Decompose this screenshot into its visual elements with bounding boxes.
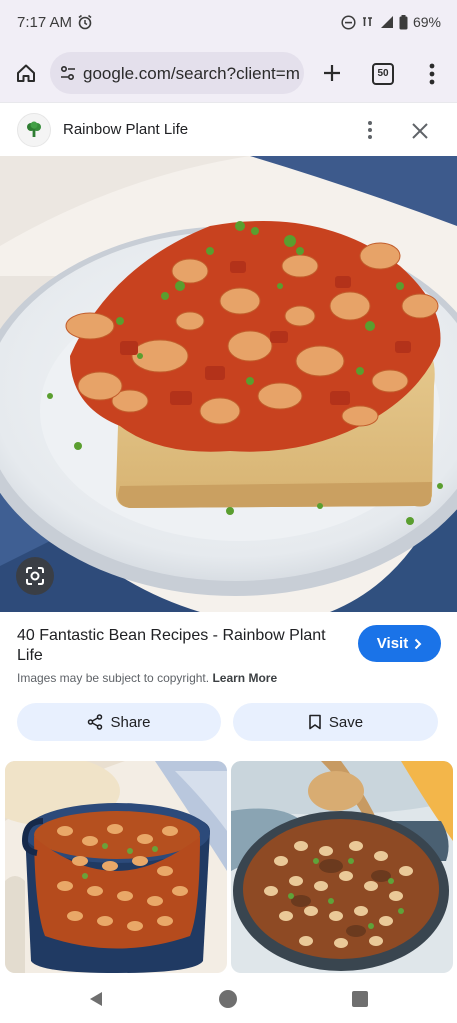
plus-icon — [324, 65, 340, 81]
copyright-text: Images may be subject to copyright. — [17, 671, 210, 685]
url-bar[interactable]: google.com/search?client=m — [50, 52, 304, 94]
battery-percent: 69% — [412, 14, 441, 30]
back-icon[interactable] — [88, 990, 104, 1008]
share-icon — [88, 714, 103, 730]
menu-icon — [429, 63, 435, 85]
google-lens-button[interactable] — [16, 557, 54, 595]
copyright-notice: Images may be subject to copyright. Lear… — [17, 671, 277, 685]
tab-count: 50 — [377, 68, 389, 79]
status-bar: 7:17 AM 69% — [0, 0, 457, 46]
recents-icon[interactable] — [352, 991, 368, 1007]
do-not-disturb-icon — [341, 14, 356, 30]
url-text[interactable]: google.com/search?client=m — [83, 64, 300, 84]
alarm-icon — [77, 14, 93, 30]
new-tab-button[interactable] — [318, 59, 346, 87]
close-button[interactable] — [408, 119, 432, 143]
site-name[interactable]: Rainbow Plant Life — [63, 121, 188, 138]
system-nav-bar — [0, 973, 457, 1023]
share-label: Share — [110, 713, 151, 731]
home-icon — [17, 64, 35, 82]
browser-toolbar: google.com/search?client=m 50 — [0, 46, 457, 102]
save-label: Save — [328, 713, 364, 731]
source-header: Rainbow Plant Life — [0, 102, 457, 156]
lte-signal-icon — [361, 15, 375, 29]
cell-signal-icon — [380, 15, 394, 29]
chevron-right-icon — [414, 638, 422, 649]
battery-icon — [399, 14, 408, 30]
share-button[interactable]: Share — [17, 703, 221, 741]
learn-more-link[interactable]: Learn More — [212, 671, 277, 685]
status-icons: 69% — [341, 13, 441, 31]
related-image-thumbnail[interactable] — [231, 761, 453, 973]
broccoli-favicon-icon — [17, 113, 51, 147]
save-button[interactable]: Save — [233, 703, 438, 741]
more-options-button[interactable] — [360, 118, 380, 142]
visit-button[interactable]: Visit — [358, 625, 441, 662]
visit-label: Visit — [376, 635, 409, 652]
status-time: 7:17 AM — [17, 14, 73, 31]
related-image-thumbnail[interactable] — [5, 761, 227, 973]
home-nav-icon[interactable] — [219, 990, 237, 1008]
home-button[interactable] — [12, 59, 40, 87]
result-title[interactable]: 40 Fantastic Bean Recipes - Rainbow Plan… — [17, 626, 347, 666]
bookmark-icon — [309, 714, 321, 730]
hero-image[interactable] — [0, 156, 457, 612]
tab-switcher-button[interactable]: 50 — [372, 63, 394, 85]
browser-menu-button[interactable] — [422, 60, 442, 88]
close-icon — [412, 123, 428, 139]
lens-icon — [26, 567, 44, 585]
more-vert-icon — [368, 121, 372, 139]
tune-icon[interactable] — [59, 64, 77, 82]
